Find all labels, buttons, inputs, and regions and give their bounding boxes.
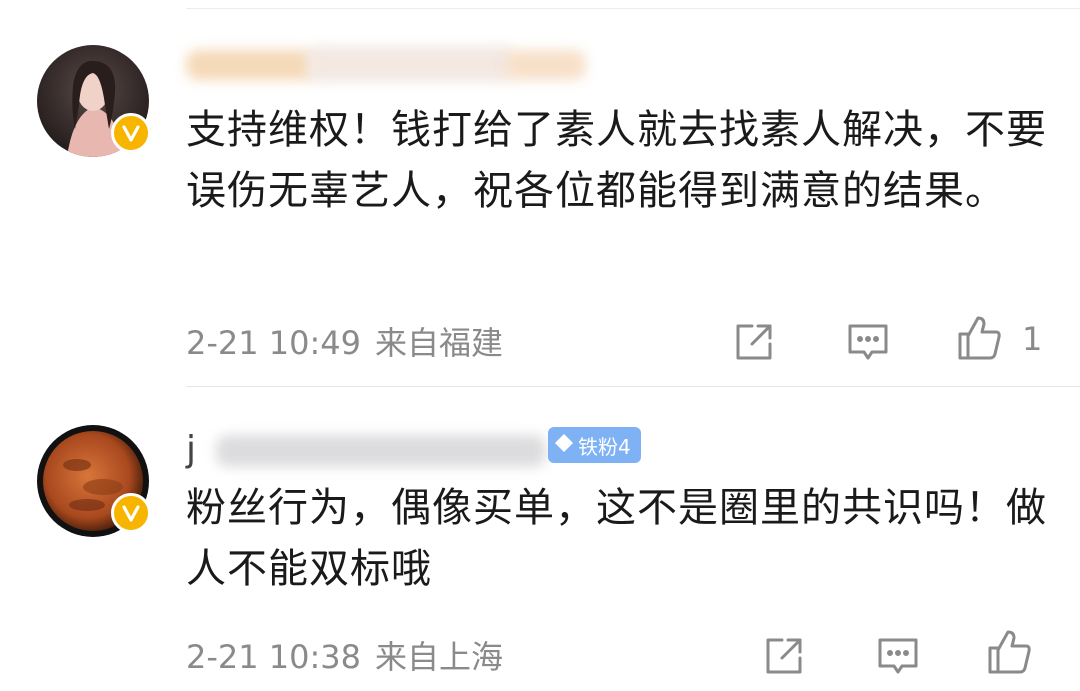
comment-time: 2-21 10:49 bbox=[186, 324, 362, 362]
comment-icon[interactable] bbox=[844, 318, 892, 366]
comment-meta: 2-21 10:38 来自上海 bbox=[186, 632, 503, 678]
divider bbox=[186, 8, 1080, 9]
share-icon[interactable] bbox=[730, 318, 778, 366]
thumbs-up-icon[interactable] bbox=[956, 314, 1004, 362]
avatar[interactable] bbox=[37, 45, 151, 157]
share-icon[interactable] bbox=[760, 632, 808, 680]
comment-text: 支持维权！钱打给了素人就去找素人解决，不要误伤无辜艺人，祝各位都能得到满意的结果… bbox=[186, 107, 1047, 214]
fan-badge-label: 铁粉4 bbox=[578, 434, 631, 459]
avatar[interactable] bbox=[37, 425, 151, 537]
comment-location: 来自上海 bbox=[375, 638, 504, 676]
username-blurred[interactable] bbox=[186, 40, 586, 90]
fan-badge[interactable]: 铁粉4 bbox=[548, 427, 641, 463]
verified-v-icon bbox=[111, 493, 151, 533]
comment-text: 粉丝行为，偶像买单，这不是圈里的共识吗！做人不能双标哦 bbox=[186, 485, 1047, 592]
comment-icon[interactable] bbox=[874, 632, 922, 680]
verified-v-icon bbox=[111, 113, 151, 153]
username-blurred[interactable]: j bbox=[186, 425, 566, 475]
like-count: 1 bbox=[1022, 320, 1043, 358]
divider bbox=[186, 386, 1080, 387]
diamond-icon bbox=[554, 433, 574, 458]
comment-meta: 2-21 10:49 来自福建 bbox=[186, 318, 503, 364]
comment-time: 2-21 10:38 bbox=[186, 638, 362, 676]
username-visible: j bbox=[186, 429, 197, 470]
comment-location: 来自福建 bbox=[375, 324, 504, 362]
thumbs-up-icon[interactable] bbox=[986, 628, 1034, 676]
